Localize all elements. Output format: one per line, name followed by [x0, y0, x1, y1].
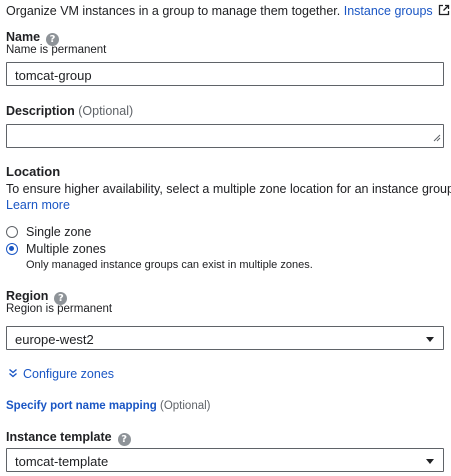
chevron-double-down-icon	[8, 367, 18, 381]
region-label-text: Region	[6, 289, 49, 303]
description-field[interactable]	[6, 124, 444, 148]
description-optional: (Optional)	[78, 104, 134, 118]
multiple-zones-hint: Only managed instance groups can exist i…	[26, 259, 313, 271]
name-label-text: Name	[6, 30, 41, 44]
intro-text: Organize VM instances in a group to mana…	[6, 4, 341, 18]
instance-template-select-value: tomcat-template	[15, 454, 109, 469]
port-mapping-optional: (Optional)	[160, 400, 211, 412]
instance-template-label-text: Instance template	[6, 430, 112, 444]
configure-zones-toggle[interactable]: Configure zones	[8, 367, 114, 381]
name-field-value: tomcat-group	[15, 68, 92, 83]
description-label-text: Description	[6, 104, 75, 118]
instance-template-label: Instance template?	[6, 430, 131, 446]
configure-zones-label: Configure zones	[23, 367, 115, 381]
learn-more-link[interactable]: Learn more	[6, 198, 70, 212]
resize-grip-icon[interactable]	[433, 131, 441, 145]
name-permanent-note: Name is permanent	[6, 44, 107, 56]
chevron-down-icon	[426, 337, 434, 342]
region-select-value: europe-west2	[15, 332, 94, 347]
location-heading: Location	[6, 164, 61, 179]
region-permanent-note: Region is permanent	[6, 303, 113, 315]
multiple-zones-label[interactable]: Multiple zones	[26, 242, 106, 256]
intro-line: Organize VM instances in a group to mana…	[6, 4, 450, 19]
chevron-down-icon	[426, 459, 434, 464]
port-mapping-link[interactable]: Specify port name mapping	[6, 400, 157, 412]
single-zone-radio[interactable]	[6, 226, 18, 238]
external-link-icon	[438, 4, 450, 19]
instance-groups-link[interactable]: Instance groups	[344, 4, 433, 18]
multiple-zones-radio[interactable]	[6, 243, 18, 255]
location-description: To ensure higher availability, select a …	[6, 182, 451, 196]
description-label: Description (Optional)	[6, 104, 133, 118]
help-icon[interactable]: ?	[117, 433, 131, 446]
port-mapping-row: Specify port name mapping (Optional)	[6, 400, 211, 412]
single-zone-label[interactable]: Single zone	[26, 225, 91, 239]
region-select[interactable]: europe-west2	[6, 326, 444, 350]
name-field[interactable]: tomcat-group	[6, 62, 444, 86]
instance-template-select[interactable]: tomcat-template	[6, 448, 444, 472]
